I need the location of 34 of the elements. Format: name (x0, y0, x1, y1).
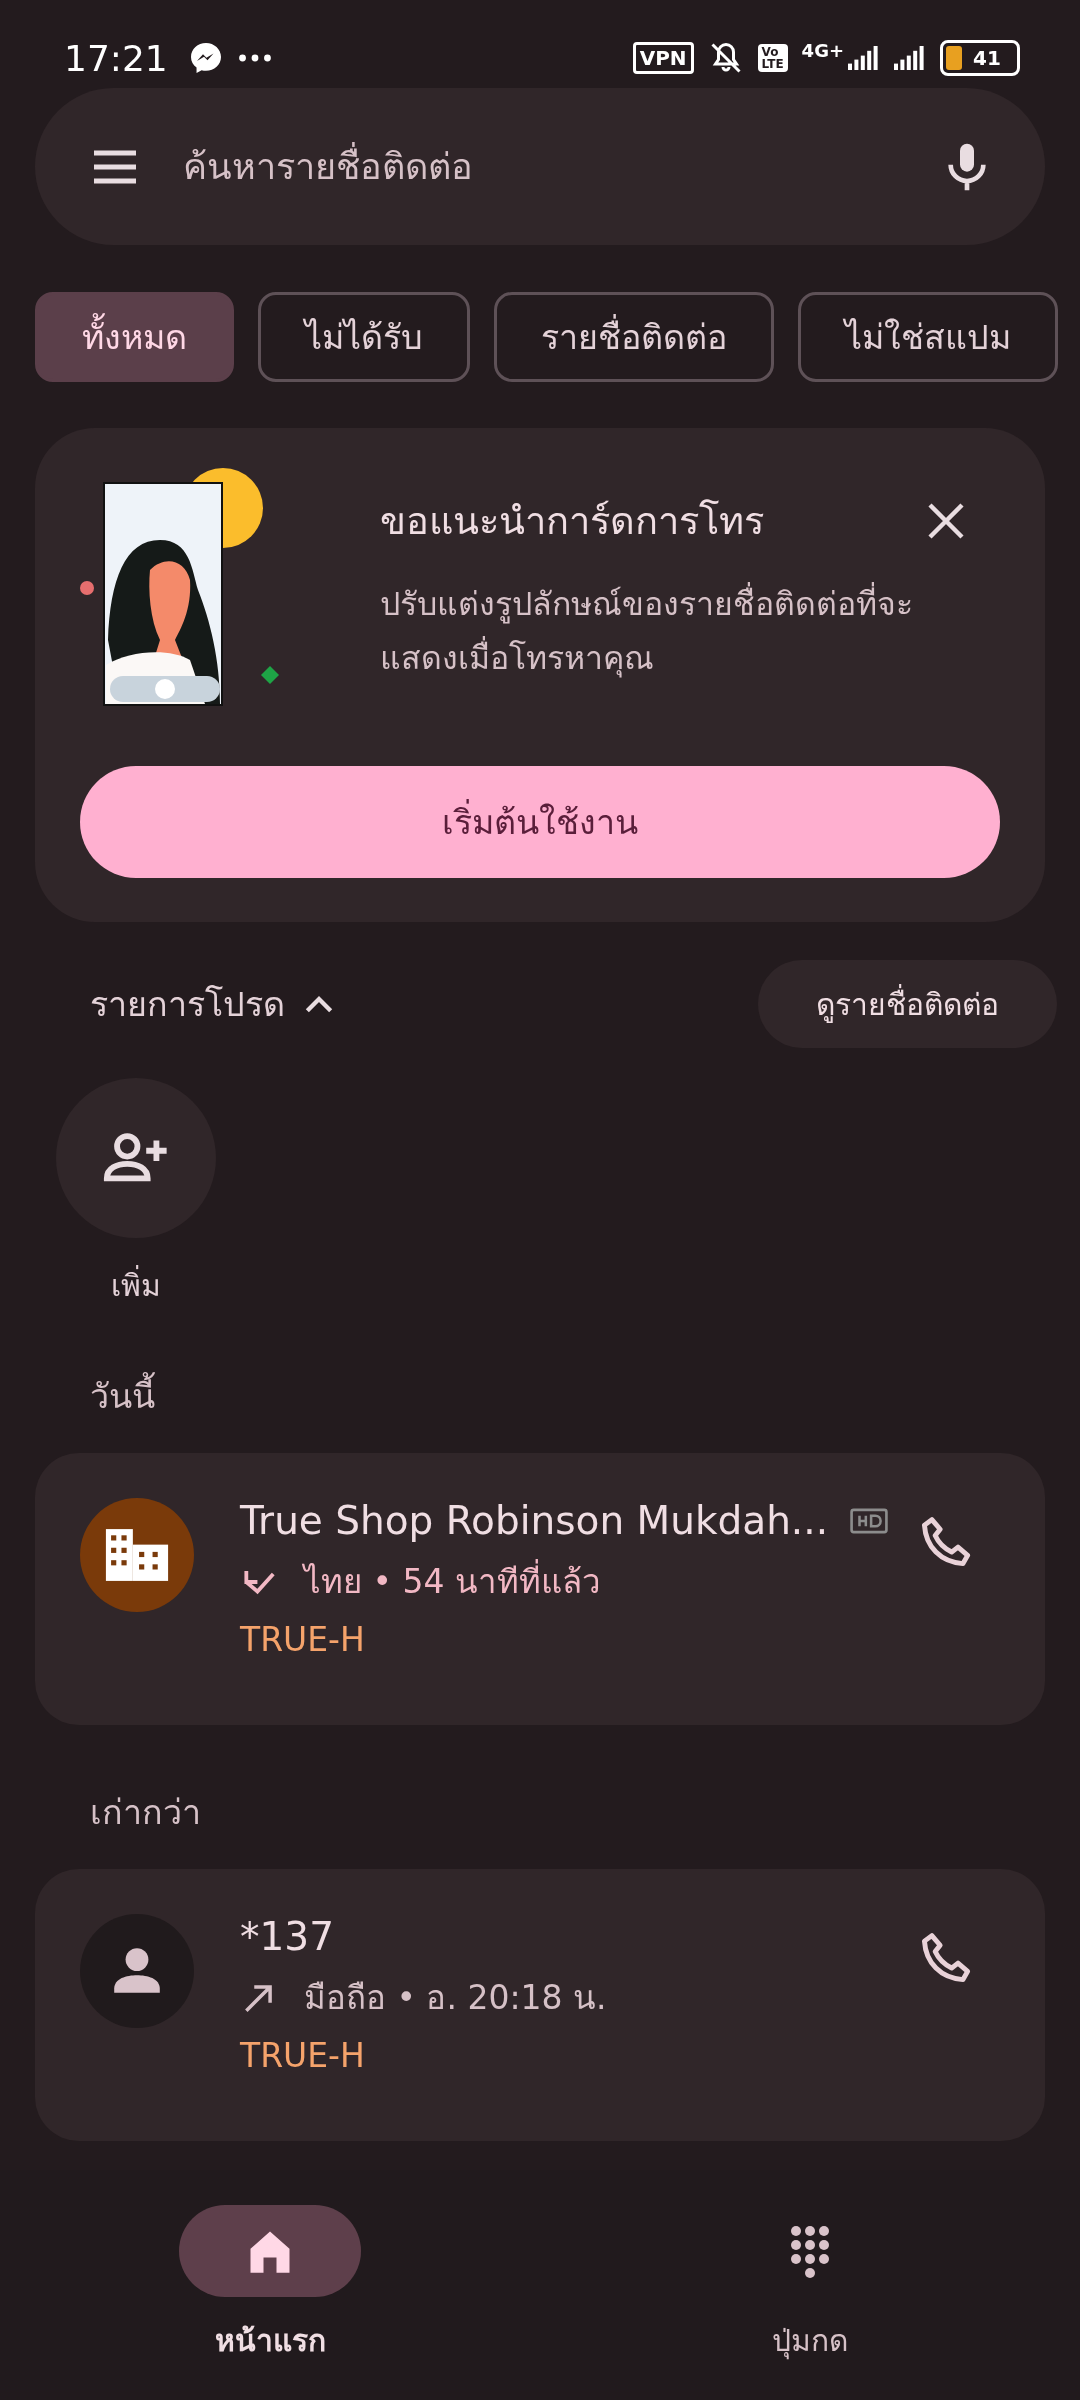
call-detail: มือถือ • อ. 20:18 น. (304, 1977, 607, 2019)
battery-indicator: 41 (940, 40, 1020, 76)
status-time: 17:21 (64, 37, 168, 79)
favorites-toggle[interactable]: รายการโปรด (90, 977, 285, 1031)
nav-tab[interactable]: ปุ่มกด (540, 2170, 1080, 2400)
vpn-indicator: VPN (632, 42, 694, 74)
person-avatar-icon (80, 1914, 194, 2028)
signal-icon (894, 45, 926, 71)
filter-chip[interactable]: รายชื่อติดต่อ (494, 292, 774, 382)
section-header: เก่ากว่า (90, 1791, 202, 1834)
carrier-label: TRUE-H (240, 1620, 366, 1659)
filter-chip[interactable]: ไม่ใช่สแปม (798, 292, 1058, 382)
get-started-button[interactable]: เริ่มต้นใช้งาน (80, 766, 1000, 878)
network-type: 4G+ (801, 40, 844, 61)
add-label: เพิ่ม (111, 1262, 161, 1309)
filter-chip[interactable]: ไม่ได้รับ (258, 292, 470, 382)
more-icon (237, 53, 272, 63)
contact-name: True Shop Robinson Mukdah... (240, 1498, 829, 1543)
carrier-label: TRUE-H (240, 2036, 366, 2075)
nav-tab[interactable]: หน้าแรก (0, 2170, 540, 2400)
section-header: วันนี้ (90, 1369, 1080, 1423)
signal-icon (848, 45, 880, 71)
contact-name: *137 (240, 1914, 334, 1959)
card-description: ปรับแต่งรูปลักษณ์ของรายชื่อติดต่อที่จะแสดงเมื่อโทรหาคุณ (380, 577, 980, 685)
volte-indicator: Vo LTE (757, 44, 788, 72)
call-log-entry[interactable]: *137 มือถือ • อ. 20:18 น. TRUE-H (35, 1869, 1045, 2141)
building-avatar-icon (80, 1498, 194, 1612)
search-field[interactable]: ค้นหารายชื่อติดต่อ (35, 88, 1045, 245)
view-contacts-button[interactable]: ดูรายชื่อติดต่อ (758, 960, 1057, 1048)
call-detail: ไทย • 54 นาทีที่แล้ว (304, 1555, 601, 1608)
call-log-entry[interactable]: True Shop Robinson Mukdah... ไทย • 54 นาทีที่แล้ว TRUE-H (35, 1453, 1045, 1725)
search-input[interactable]: ค้นหารายชื่อติดต่อ (183, 126, 899, 207)
card-title: ขอแนะนำการ์ดการโทร (380, 498, 765, 545)
filter-chip[interactable]: ทั้งหมด (35, 292, 234, 382)
